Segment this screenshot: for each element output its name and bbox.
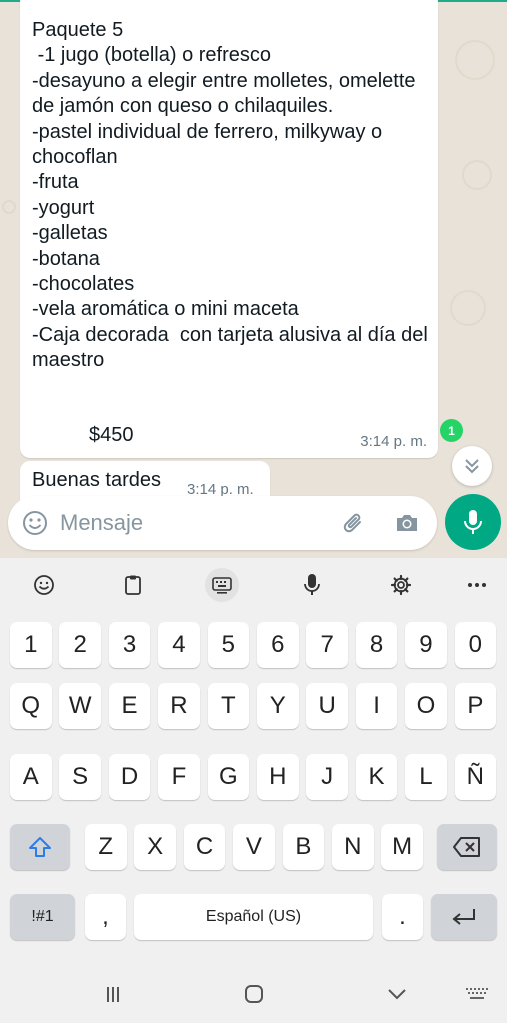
key-1[interactable]: 1 xyxy=(10,622,52,668)
home-icon xyxy=(245,985,263,1003)
key-p[interactable]: P xyxy=(454,683,497,729)
key-o[interactable]: O xyxy=(405,683,447,729)
shift-key[interactable] xyxy=(10,824,70,870)
clipboard-button[interactable] xyxy=(116,568,150,602)
key-h[interactable]: H xyxy=(257,754,299,800)
chat-area: Paquete 5 -1 jugo (botella) o refresco -… xyxy=(0,0,507,558)
key-w[interactable]: W xyxy=(59,683,101,729)
camera-icon[interactable] xyxy=(394,510,420,536)
backspace-key[interactable] xyxy=(437,824,497,870)
key-m[interactable]: M xyxy=(381,824,423,870)
comma-key[interactable]: , xyxy=(85,894,126,940)
recents-button[interactable] xyxy=(98,981,128,1007)
message-bubble[interactable]: Paquete 5 -1 jugo (botella) o refresco -… xyxy=(20,0,438,458)
recents-icon xyxy=(107,987,119,1002)
more-button[interactable] xyxy=(460,568,494,602)
back-button[interactable] xyxy=(382,981,412,1007)
keyboard-mode-button[interactable] xyxy=(205,568,239,602)
wallpaper-doodle xyxy=(2,200,16,214)
backspace-icon xyxy=(453,837,480,857)
key-5[interactable]: 5 xyxy=(207,622,250,668)
key-3[interactable]: 3 xyxy=(108,622,151,668)
key-x[interactable]: X xyxy=(134,824,176,870)
message-input-bar[interactable]: Mensaje xyxy=(8,496,437,550)
mic-icon xyxy=(464,510,482,534)
keyboard-icon xyxy=(212,577,232,594)
key-d[interactable]: D xyxy=(108,754,151,800)
key-i[interactable]: I xyxy=(355,683,398,729)
double-chevron-down-icon xyxy=(465,459,479,474)
more-icon xyxy=(468,583,486,587)
key-g[interactable]: G xyxy=(207,754,250,800)
attach-icon[interactable] xyxy=(341,510,367,536)
keyboard-toolbar xyxy=(0,558,507,610)
key-2[interactable]: 2 xyxy=(59,622,101,668)
key-f[interactable]: F xyxy=(158,754,200,800)
key-c[interactable]: C xyxy=(183,824,226,870)
period-key[interactable]: . xyxy=(382,894,423,940)
message-time: 3:14 p. m. xyxy=(360,433,427,450)
key-y[interactable]: Y xyxy=(257,683,299,729)
message-text: Buenas tardes xyxy=(32,469,161,491)
key-7[interactable]: 7 xyxy=(306,622,348,668)
key-u[interactable]: U xyxy=(306,683,348,729)
gear-icon xyxy=(390,574,412,596)
keyboard: !#1 , Español (US) . 1234567890 QWERTYUIO… xyxy=(0,558,507,1023)
voice-input-button[interactable] xyxy=(295,568,329,602)
key-ñ[interactable]: Ñ xyxy=(454,754,497,800)
key-z[interactable]: Z xyxy=(85,824,127,870)
wallpaper-doodle xyxy=(450,290,486,326)
enter-key[interactable] xyxy=(431,894,497,940)
key-k[interactable]: K xyxy=(355,754,398,800)
key-6[interactable]: 6 xyxy=(257,622,299,668)
settings-button[interactable] xyxy=(384,568,418,602)
message-price: $450 xyxy=(89,424,134,446)
key-r[interactable]: R xyxy=(158,683,200,729)
emoji-button[interactable] xyxy=(27,568,61,602)
keyboard-switch-icon xyxy=(466,988,488,999)
key-8[interactable]: 8 xyxy=(355,622,398,668)
key-t[interactable]: T xyxy=(207,683,250,729)
message-text: Paquete 5 -1 jugo (botella) o refresco -… xyxy=(32,19,428,372)
shift-icon xyxy=(29,837,51,857)
message-input[interactable]: Mensaje xyxy=(60,510,143,536)
emoji-icon[interactable] xyxy=(22,510,48,536)
key-0[interactable]: 0 xyxy=(454,622,497,668)
key-l[interactable]: L xyxy=(405,754,447,800)
key-b[interactable]: B xyxy=(282,824,325,870)
scroll-down-button[interactable] xyxy=(452,446,492,486)
symbols-key[interactable]: !#1 xyxy=(10,894,75,940)
key-j[interactable]: J xyxy=(306,754,348,800)
enter-icon xyxy=(452,909,475,925)
key-s[interactable]: S xyxy=(59,754,101,800)
key-q[interactable]: Q xyxy=(10,683,52,729)
keyboard-switch-button[interactable] xyxy=(462,981,492,1007)
wallpaper-doodle xyxy=(455,40,495,80)
emoji-icon xyxy=(34,575,54,595)
wallpaper-doodle xyxy=(462,160,492,190)
system-navbar xyxy=(0,965,507,1023)
key-4[interactable]: 4 xyxy=(158,622,200,668)
space-key[interactable]: Español (US) xyxy=(134,894,373,940)
key-n[interactable]: N xyxy=(332,824,374,870)
clipboard-icon xyxy=(125,575,141,595)
back-icon xyxy=(388,989,406,1000)
key-9[interactable]: 9 xyxy=(405,622,447,668)
unread-badge: 1 xyxy=(440,419,463,442)
key-e[interactable]: E xyxy=(108,683,151,729)
mic-icon xyxy=(304,574,320,595)
voice-message-button[interactable] xyxy=(445,494,501,550)
key-a[interactable]: A xyxy=(10,754,52,800)
key-v[interactable]: V xyxy=(233,824,275,870)
home-button[interactable] xyxy=(239,981,269,1007)
